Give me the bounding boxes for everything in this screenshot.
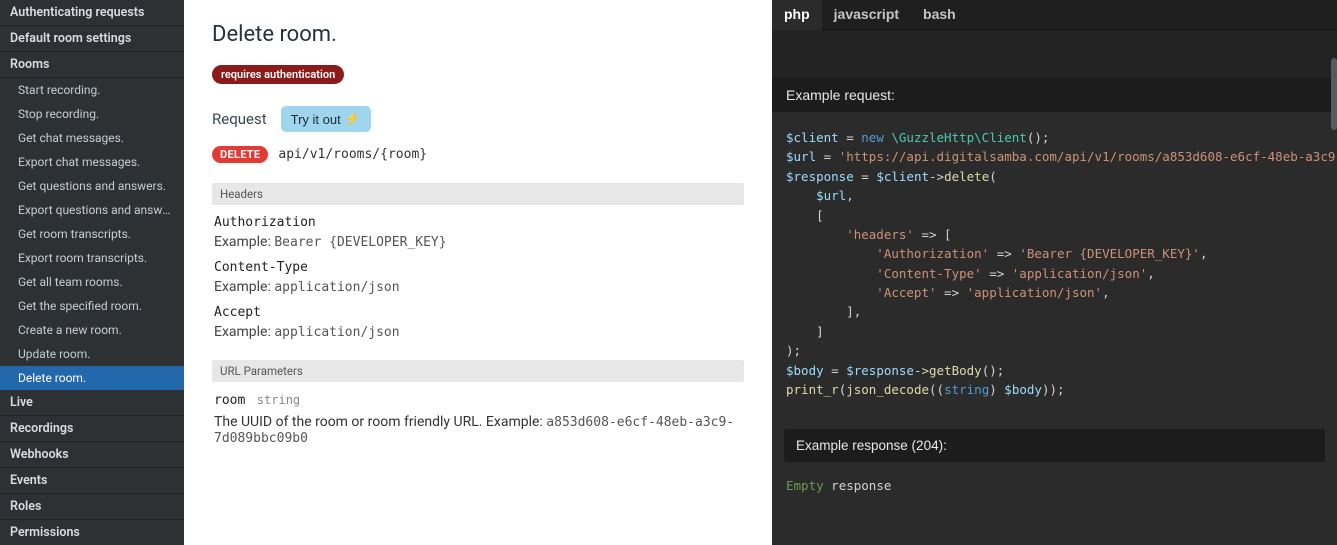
sidebar-sub-stop-recording[interactable]: Stop recording. xyxy=(0,102,184,126)
sidebar-sub-get-room[interactable]: Get the specified room. xyxy=(0,294,184,318)
endpoint-path: api/v1/rooms/{room} xyxy=(278,147,427,162)
header-name: Accept xyxy=(214,305,742,320)
example-label: Example: xyxy=(214,234,271,250)
example-label: Example: xyxy=(214,279,271,295)
tab-php[interactable]: php xyxy=(772,0,822,30)
example-request-label: Example request: xyxy=(772,78,1337,112)
sidebar-item-rooms[interactable]: Rooms xyxy=(0,52,184,78)
sidebar-sub-create-room[interactable]: Create a new room. xyxy=(0,318,184,342)
example-value: application/json xyxy=(274,280,399,295)
toolbar-spacer xyxy=(772,30,1337,78)
example-value: application/json xyxy=(274,325,399,340)
sidebar-sub-get-transcripts[interactable]: Get room transcripts. xyxy=(0,222,184,246)
sidebar-sub-export-chat[interactable]: Export chat messages. xyxy=(0,150,184,174)
try-it-out-button[interactable]: Try it out ⚡ xyxy=(281,106,371,132)
tab-bash[interactable]: bash xyxy=(911,0,968,29)
sidebar-item-webhooks[interactable]: Webhooks xyxy=(0,442,184,468)
sidebar-item-events[interactable]: Events xyxy=(0,468,184,494)
sidebar-sub-delete-room[interactable]: Delete room. xyxy=(0,366,184,390)
sidebar-sub-update-room[interactable]: Update room. xyxy=(0,342,184,366)
sidebar: Authenticating requests Default room set… xyxy=(0,0,184,545)
sidebar-item-default-room[interactable]: Default room settings xyxy=(0,26,184,52)
example-response-label: Example response (204): xyxy=(784,429,1325,462)
header-name: Authorization xyxy=(214,215,742,230)
page-title: Delete room. xyxy=(212,22,744,47)
param-desc: The UUID of the room or room friendly UR… xyxy=(214,414,543,430)
sidebar-item-roles[interactable]: Roles xyxy=(0,494,184,520)
lang-tabs: php javascript bash xyxy=(772,0,1337,30)
headers-section-label: Headers xyxy=(212,183,744,205)
sidebar-sub-export-transcripts[interactable]: Export room transcripts. xyxy=(0,246,184,270)
param-type: string xyxy=(257,393,300,407)
response-body: Empty response xyxy=(772,462,1337,509)
example-value: Bearer {DEVELOPER_KEY} xyxy=(274,235,446,250)
auth-badge: requires authentication xyxy=(212,65,344,84)
sidebar-sub-get-chat[interactable]: Get chat messages. xyxy=(0,126,184,150)
code-block: $client = new \GuzzleHttp\Client(); $url… xyxy=(772,112,1337,415)
sidebar-item-permissions[interactable]: Permissions xyxy=(0,520,184,545)
sidebar-sub-start-recording[interactable]: Start recording. xyxy=(0,78,184,102)
tab-javascript[interactable]: javascript xyxy=(822,0,911,29)
sidebar-item-recordings[interactable]: Recordings xyxy=(0,416,184,442)
header-authorization: Authorization Example: Bearer {DEVELOPER… xyxy=(212,215,744,250)
sidebar-sub-get-all-rooms[interactable]: Get all team rooms. xyxy=(0,270,184,294)
example-label: Example: xyxy=(214,324,271,340)
method-badge: DELETE xyxy=(212,146,268,163)
empty-keyword: Empty xyxy=(786,478,824,493)
sidebar-item-auth-requests[interactable]: Authenticating requests xyxy=(0,0,184,26)
url-param-room: room string The UUID of the room or room… xyxy=(212,392,744,446)
param-name: room xyxy=(214,393,245,408)
try-it-label: Try it out xyxy=(291,112,341,127)
header-name: Content-Type xyxy=(214,260,742,275)
lightning-icon: ⚡ xyxy=(345,111,361,127)
sidebar-sub-export-qa[interactable]: Export questions and answe... xyxy=(0,198,184,222)
main-content: Delete room. requires authentication Req… xyxy=(184,0,772,545)
sidebar-item-live[interactable]: Live xyxy=(0,390,184,416)
url-params-section-label: URL Parameters xyxy=(212,360,744,382)
header-content-type: Content-Type Example: application/json xyxy=(212,260,744,295)
response-text: response xyxy=(824,478,892,493)
request-label: Request xyxy=(212,110,267,128)
header-accept: Accept Example: application/json xyxy=(212,305,744,340)
sidebar-sub-get-qa[interactable]: Get questions and answers. xyxy=(0,174,184,198)
code-panel: php javascript bash Example request: $cl… xyxy=(772,0,1337,545)
